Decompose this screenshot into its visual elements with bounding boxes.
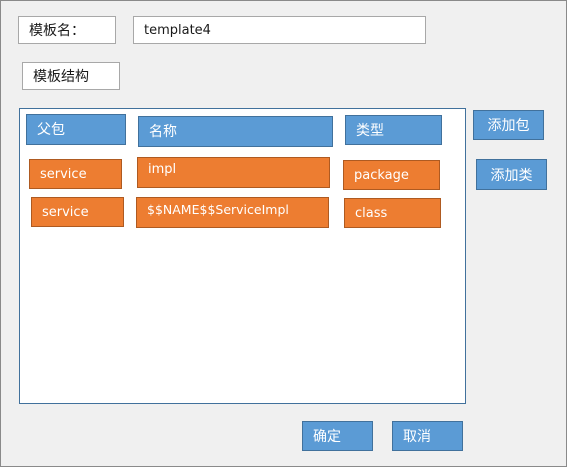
cancel-button[interactable]: 取消 (392, 421, 463, 451)
template-structure-label: 模板结构 (22, 62, 120, 90)
table-row-2-name[interactable]: $$NAME$$ServiceImpl (136, 197, 329, 228)
column-header-parent: 父包 (26, 114, 126, 145)
template-structure-panel (19, 108, 466, 404)
table-row-1-name[interactable]: impl (137, 157, 330, 188)
template-name-label: 模板名： (18, 16, 116, 44)
column-header-type: 类型 (345, 115, 442, 145)
confirm-button[interactable]: 确定 (302, 421, 373, 451)
add-package-button[interactable]: 添加包 (473, 110, 544, 140)
column-header-name: 名称 (138, 116, 333, 147)
table-row-2-type[interactable]: class (344, 198, 441, 228)
add-class-button[interactable]: 添加类 (476, 159, 547, 190)
template-name-input[interactable]: template4 (133, 16, 426, 44)
table-row-1-parent[interactable]: service (29, 159, 122, 189)
table-row-2-parent[interactable]: service (31, 197, 124, 227)
table-row-1-type[interactable]: package (343, 160, 440, 190)
